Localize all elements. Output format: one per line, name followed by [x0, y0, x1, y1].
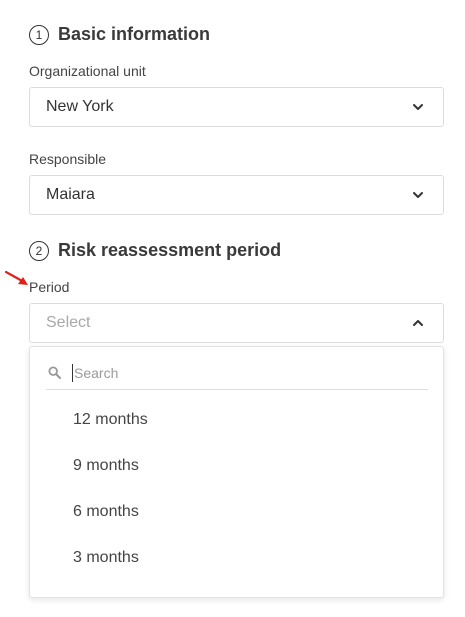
chevron-down-icon — [413, 192, 423, 198]
option-3-months[interactable]: 3 months — [73, 549, 139, 567]
option-12-months[interactable]: 12 months — [73, 411, 148, 429]
period-select[interactable]: Select — [29, 303, 444, 343]
step-number-1: 1 — [29, 24, 49, 45]
red-arrow-annotation-icon — [4, 270, 28, 285]
responsible-label: Responsible — [29, 151, 107, 167]
chevron-down-icon — [413, 104, 423, 110]
option-6-months[interactable]: 6 months — [73, 503, 139, 521]
step-number-2: 2 — [29, 240, 49, 261]
responsible-value: Maiara — [46, 186, 95, 203]
dropdown-search-input[interactable] — [72, 363, 372, 382]
section-title-risk-reassessment: Risk reassessment period — [58, 240, 282, 260]
search-icon — [48, 366, 61, 379]
org-unit-label: Organizational unit — [29, 63, 146, 79]
dropdown-search-row — [46, 356, 428, 390]
section-title-basic-information: Basic information — [58, 24, 211, 44]
chevron-up-icon — [413, 320, 423, 326]
option-9-months[interactable]: 9 months — [73, 457, 139, 475]
org-unit-value: New York — [46, 98, 114, 115]
section-basic-information: 1 Basic information — [29, 24, 210, 45]
responsible-select[interactable]: Maiara — [29, 175, 444, 215]
org-unit-select[interactable]: New York — [29, 87, 444, 127]
period-placeholder: Select — [46, 314, 91, 331]
section-risk-reassessment: 2 Risk reassessment period — [29, 240, 281, 261]
period-label: Period — [29, 279, 70, 295]
period-dropdown-menu: 12 months 9 months 6 months 3 months — [29, 346, 444, 598]
